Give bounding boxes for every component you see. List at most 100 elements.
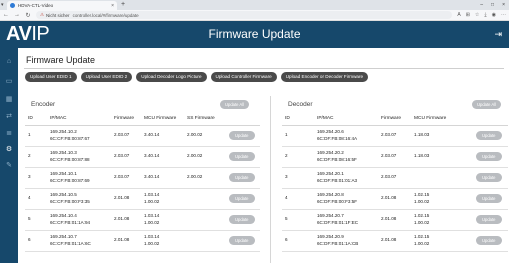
table-row: 2 169.254.20.2 6C:DF:FB:08:16:5F 2.03.07 … <box>282 146 508 168</box>
update-button[interactable]: Update <box>476 194 502 203</box>
upload-user-edid-2-button[interactable]: Upload User EDID 2 <box>80 72 133 82</box>
cell-firmware: 2.03.07 <box>378 146 411 168</box>
update-button[interactable]: Update <box>229 194 255 203</box>
list-icon[interactable]: ≣ <box>3 128 15 140</box>
decoder-update-all-button[interactable]: Update All <box>472 100 502 109</box>
upload-controller-firmware-button[interactable]: Upload Controller Firmware <box>210 72 277 82</box>
col-ss-firmware: SS Firmware <box>184 113 226 126</box>
table-row: 6 169.254.10.7 6C:CF:FB:01:1A:6C 2.01.08 … <box>25 230 260 252</box>
update-button[interactable]: Update <box>476 173 502 182</box>
update-button[interactable]: Update <box>229 131 255 140</box>
cell-mac: 6C:DF:FB:08:16:5F <box>317 156 357 162</box>
forward-icon[interactable]: → <box>14 12 20 18</box>
cell-mcu <box>411 167 473 189</box>
cell-id: 5 <box>25 209 47 231</box>
cell-action: Update <box>226 230 260 252</box>
grid-icon[interactable]: ▦ <box>3 94 15 106</box>
new-tab-button[interactable]: + <box>121 1 125 9</box>
table-row: 4 169.254.20.8 6C:DF:FB:00:F3:5F 2.01.08 … <box>282 188 508 210</box>
table-row: 5 169.254.20.7 6C:DF:FB:01:1F:EC 2.01.08 … <box>282 209 508 231</box>
cell-mcu-2: 1.00.02 <box>144 219 160 225</box>
maximize-button[interactable]: □ <box>491 0 494 10</box>
minimize-button[interactable]: – <box>480 0 483 10</box>
tab-close-icon[interactable]: × <box>111 3 114 9</box>
cell-action: Update <box>226 188 260 210</box>
col-action <box>226 113 260 126</box>
update-button[interactable]: Update <box>229 152 255 161</box>
upload-user-edid-1-button[interactable]: Upload User EDID 1 <box>25 72 77 82</box>
cell-id: 4 <box>25 188 47 210</box>
update-button[interactable]: Update <box>476 215 502 224</box>
browser-tab[interactable]: HDVA-CTL-Video × <box>7 1 117 10</box>
table-row: 3 169.254.10.1 6C:CF:FB:00:87:69 2.03.07 … <box>25 167 260 189</box>
table-row: 1 169.254.20.6 6C:DF:FB:08:16:4A 2.03.07 … <box>282 125 508 147</box>
cell-firmware: 2.01.08 <box>111 230 141 252</box>
menu-icon[interactable]: ⋯ <box>501 12 506 18</box>
url-text: controller.local/#/firmware/update <box>72 12 139 18</box>
sidebar: ⌂ ▭ ▦ ⇄ ≣ ⚙ ✎ <box>0 48 18 263</box>
cell-ss: 2.00.02 <box>184 125 226 147</box>
col-mcu-firmware: MCU Firmware <box>141 113 184 126</box>
profile-icon[interactable]: ◉ <box>492 12 496 18</box>
security-label[interactable]: Nicht sicher <box>46 13 70 18</box>
home-icon[interactable]: ⌂ <box>3 56 15 68</box>
decoder-table: ID IP/MAC Firmware MCU Firmware 1 169.25… <box>282 113 508 252</box>
main-content: Firmware Update Upload User EDID 1 Uploa… <box>20 52 509 263</box>
cell-ip-mac: 169.254.10.7 6C:CF:FB:01:1A:6C <box>47 230 111 252</box>
cell-action: Update <box>473 167 508 189</box>
cell-ip-mac: 169.254.20.9 6C:DF:FB:01:1A:CB <box>314 230 378 252</box>
close-window-button[interactable]: × <box>502 0 505 10</box>
tools-icon[interactable]: ✎ <box>3 160 15 172</box>
display-icon[interactable]: ▭ <box>3 76 15 88</box>
col-action <box>473 113 508 126</box>
upload-encoder-decoder-firmware-button[interactable]: Upload Encoder or Decoder Firmware <box>280 72 369 82</box>
url-field[interactable]: ⚠ Nicht sicher controller.local/#/firmwa… <box>36 11 453 19</box>
reload-icon[interactable]: ↻ <box>25 12 31 19</box>
col-id: ID <box>25 113 47 126</box>
title-divider <box>24 68 504 69</box>
update-button[interactable]: Update <box>476 131 502 140</box>
cell-action: Update <box>473 146 508 168</box>
tab-title: HDVA-CTL-Video <box>18 3 54 8</box>
warning-icon: ⚠ <box>40 12 45 17</box>
cell-ip-mac: 169.254.10.5 6C:CF:FB:00:F3:35 <box>47 188 111 210</box>
update-button[interactable]: Update <box>229 236 255 245</box>
browser-tab-strip: ▾ HDVA-CTL-Video × + – □ × <box>0 0 509 10</box>
cell-mcu-2: 1.00.02 <box>414 219 430 225</box>
encoder-title: Encoder <box>31 101 56 108</box>
downloads-icon[interactable]: ⤓ <box>484 12 486 18</box>
upload-actions: Upload User EDID 1 Upload User EDID 2 Up… <box>25 72 369 82</box>
read-aloud-icon[interactable]: A <box>457 12 460 18</box>
update-button[interactable]: Update <box>229 215 255 224</box>
update-button[interactable]: Update <box>476 236 502 245</box>
cell-firmware: 2.01.08 <box>378 230 411 252</box>
cell-ip-mac: 169.254.20.1 6C:DF:FB:01:01:A3 <box>314 167 378 189</box>
favorites-icon[interactable]: ☆ <box>475 12 479 18</box>
cell-id: 1 <box>282 125 314 147</box>
encoder-header-row: ID IP/MAC Firmware MCU Firmware SS Firmw… <box>25 113 260 126</box>
cell-mcu: 1.02.15 1.00.02 <box>411 230 473 252</box>
cell-ip-mac: 169.254.10.4 6C:CF:FB:01:1A:94 <box>47 209 111 231</box>
page-header-title: Firmware Update <box>208 27 301 41</box>
cell-mcu: 3.40.14 <box>141 167 184 189</box>
cell-mcu: 1.02.15 1.00.02 <box>411 209 473 231</box>
extensions-icon[interactable]: ⊞ <box>466 12 470 18</box>
network-icon[interactable]: ⇄ <box>3 111 15 123</box>
logout-icon[interactable]: ⇥ <box>494 29 502 39</box>
settings-icon[interactable]: ⚙ <box>3 144 15 156</box>
cell-ip-mac: 169.254.10.2 6C:CF:FB:00:87:67 <box>47 125 111 147</box>
cell-id: 1 <box>25 125 47 147</box>
cell-mcu-2: 1.00.02 <box>414 240 430 246</box>
update-button[interactable]: Update <box>476 152 502 161</box>
update-button[interactable]: Update <box>229 173 255 182</box>
encoder-update-all-button[interactable]: Update All <box>220 100 250 109</box>
tab-menu-icon[interactable]: ▾ <box>1 1 4 9</box>
cell-ss: 2.00.02 <box>184 146 226 168</box>
cell-id: 3 <box>25 167 47 189</box>
back-icon[interactable]: ← <box>3 12 9 18</box>
cell-mcu-1: 3.40.14 <box>144 153 160 159</box>
cell-ip-mac: 169.254.10.1 6C:CF:FB:00:87:69 <box>47 167 111 189</box>
cell-mac: 6C:DF:FB:00:F3:5F <box>317 198 358 204</box>
upload-decoder-logo-button[interactable]: Upload Decoder Logo Picture <box>136 72 207 82</box>
cell-mac: 6C:DF:FB:01:1A:CB <box>317 240 359 246</box>
